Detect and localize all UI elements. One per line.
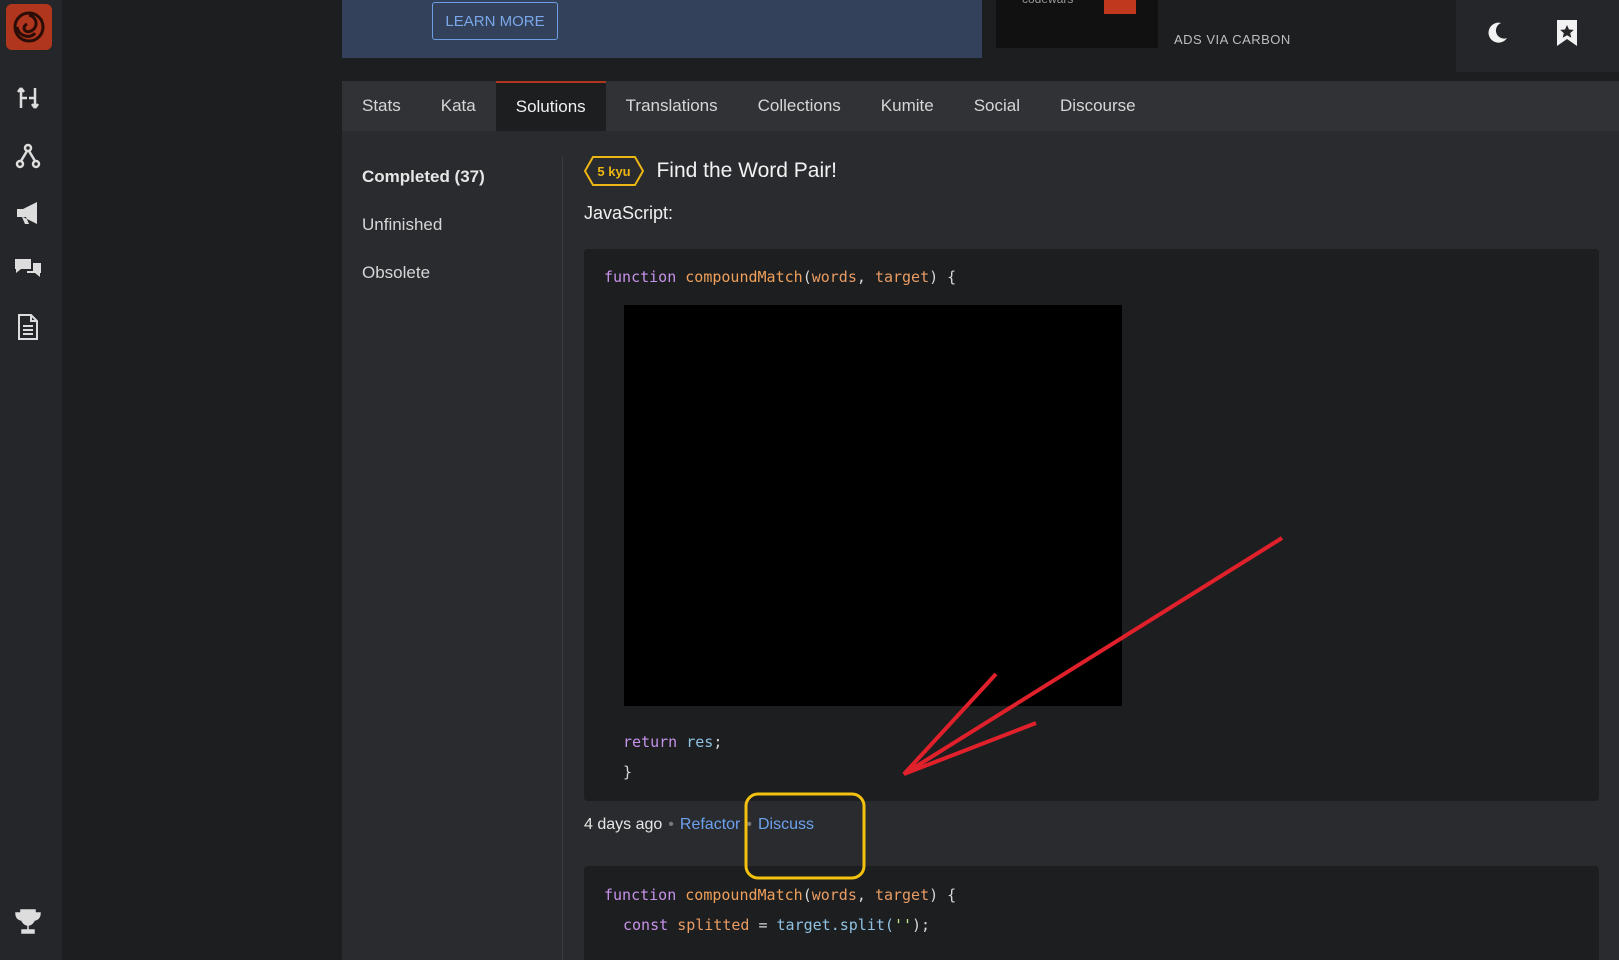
redacted-code-area [624,305,1122,706]
trophy-icon[interactable] [10,904,46,940]
meta-separator: • [746,816,752,833]
kata-header: 5 kyu Find the Word Pair! [584,155,1599,187]
left-gutter [62,0,342,960]
tab-stats[interactable]: Stats [342,81,421,131]
panel-divider [562,156,563,960]
code-line: const splitted = target.split(''); [623,916,931,934]
ad-brand-text: codewars [1022,0,1073,6]
top-right-controls [1456,0,1619,72]
filter-completed[interactable]: Completed (37) [362,167,485,187]
ad-image[interactable]: codewars [996,0,1158,48]
profile-tabs: Stats Kata Solutions Translations Collec… [342,81,1619,131]
tab-collections[interactable]: Collections [738,81,861,131]
filter-obsolete[interactable]: Obsolete [362,263,485,283]
discuss-link[interactable]: Discuss [758,816,814,833]
code-line-return: return res; [623,733,723,751]
tab-kata[interactable]: Kata [421,81,496,131]
tab-translations[interactable]: Translations [606,81,738,131]
kata-title-link[interactable]: Find the Word Pair! [656,159,837,182]
logo-icon [13,11,45,43]
filter-unfinished[interactable]: Unfinished [362,215,485,235]
solution-timestamp: 4 days ago [584,816,663,833]
megaphone-icon[interactable] [10,195,46,231]
sidebar [0,0,62,960]
solutions-panel: Completed (37) Unfinished Obsolete 5 kyu… [342,131,1619,960]
practice-icon[interactable] [10,138,46,174]
chat-icon[interactable] [10,250,46,286]
code-line: function compoundMatch(words, target) { [604,886,957,904]
tab-social[interactable]: Social [954,81,1040,131]
kyu-rank-text: 5 kyu [597,163,631,179]
solution-code-block[interactable]: function compoundMatch(words, target) { … [584,249,1599,801]
codewars-logo[interactable] [6,4,52,50]
ad-ribbon-icon [1104,0,1136,14]
bookmark-star-icon[interactable] [1550,16,1584,50]
learn-more-button[interactable]: LEARN MORE [432,2,558,40]
refactor-link[interactable]: Refactor [680,816,740,833]
dark-mode-moon-icon[interactable] [1480,16,1514,50]
code-line: function compoundMatch(words, target) { [604,268,957,286]
language-label: JavaScript: [584,203,674,223]
code-line-closing: } [623,763,633,781]
solution-list: 5 kyu Find the Word Pair! JavaScript: fu… [584,155,1599,960]
tab-kumite[interactable]: Kumite [861,81,954,131]
solution-filters: Completed (37) Unfinished Obsolete [362,167,485,311]
solution-code-block[interactable]: function compoundMatch(words, target) { … [584,866,1599,960]
docs-icon[interactable] [10,309,46,345]
kyu-rank-badge: 5 kyu [584,155,644,187]
training-icon[interactable] [10,80,46,116]
ads-via-carbon-link[interactable]: ADS VIA CARBON [1174,32,1291,47]
solution-meta: 4 days ago • Refactor • Discuss [584,816,814,834]
tab-solutions[interactable]: Solutions [495,81,606,131]
meta-separator: • [668,816,674,833]
tab-discourse[interactable]: Discourse [1040,81,1156,131]
